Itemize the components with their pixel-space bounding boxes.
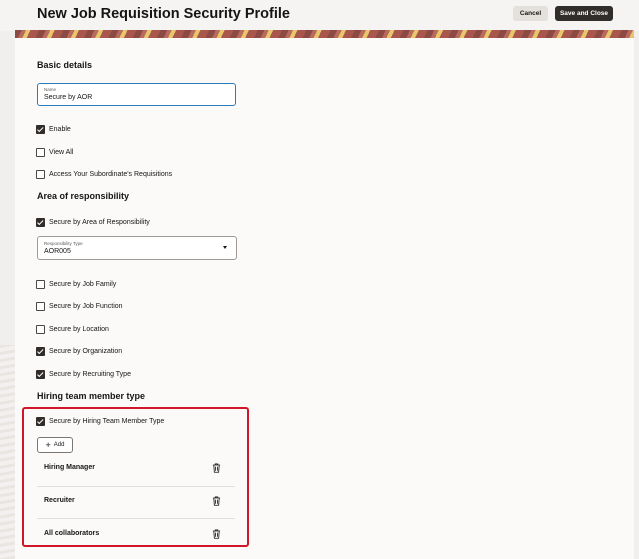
- save-and-close-button[interactable]: Save and Close: [555, 6, 613, 21]
- checkbox-label: Secure by Recruiting Type: [49, 370, 131, 378]
- checkbox-secure-by-aor[interactable]: Secure by Area of Responsibility: [36, 217, 150, 227]
- name-field-value[interactable]: Secure by AOR: [44, 94, 92, 101]
- checkbox-access-subordinates[interactable]: Access Your Subordinate's Requisitions: [36, 169, 172, 179]
- section-title-basic-details: Basic details: [37, 60, 93, 70]
- checkbox-label: Secure by Job Family: [49, 280, 117, 288]
- responsibility-type-select[interactable]: Responsibility Type AOR005: [37, 236, 237, 260]
- checkbox-label: View All: [49, 148, 74, 156]
- checkbox-icon[interactable]: [36, 301, 45, 311]
- checkbox-view-all[interactable]: View All: [36, 147, 73, 157]
- checkbox-label: Secure by Organization: [49, 347, 123, 355]
- cancel-button[interactable]: Cancel: [513, 6, 548, 21]
- checkbox-secure-by-job-family[interactable]: Secure by Job Family: [36, 279, 116, 289]
- name-field-label: Name: [44, 87, 57, 92]
- checkbox-icon[interactable]: [36, 147, 45, 157]
- checkbox-secure-by-job-function[interactable]: Secure by Job Function: [36, 301, 123, 311]
- checkbox-icon[interactable]: [36, 369, 45, 379]
- section-title-hiring-team: Hiring team member type: [37, 391, 146, 401]
- decorative-banner: [15, 30, 634, 38]
- checkbox-enable[interactable]: Enable: [36, 124, 71, 134]
- checkbox-label: Secure by Job Function: [49, 302, 123, 310]
- checkbox-label: Enable: [49, 125, 71, 133]
- chevron-down-icon[interactable]: [223, 246, 227, 249]
- checkbox-secure-by-location[interactable]: Secure by Location: [36, 324, 109, 334]
- section-title-area-of-responsibility: Area of responsibility: [37, 191, 130, 201]
- checkbox-icon[interactable]: [36, 124, 45, 134]
- checkbox-label: Access Your Subordinate's Requisitions: [49, 170, 173, 178]
- checkbox-label: Secure by Location: [49, 325, 109, 333]
- checkbox-icon[interactable]: [36, 346, 45, 356]
- checkbox-icon[interactable]: [36, 169, 45, 179]
- checkbox-label: Secure by Area of Responsibility: [49, 218, 150, 226]
- checkbox-icon[interactable]: [36, 324, 45, 334]
- page-header: New Job Requisition Security Profile Can…: [0, 0, 639, 31]
- checkbox-icon[interactable]: [36, 279, 45, 289]
- responsibility-type-value: AOR005: [44, 248, 71, 255]
- checkbox-secure-by-organization[interactable]: Secure by Organization: [36, 346, 122, 356]
- responsibility-type-label: Responsibility Type: [44, 241, 83, 246]
- name-field[interactable]: Name Secure by AOR: [37, 83, 236, 106]
- decorative-background: [0, 345, 15, 559]
- checkbox-secure-by-recruiting-type[interactable]: Secure by Recruiting Type: [36, 369, 131, 379]
- highlight-annotation: [22, 407, 249, 547]
- checkbox-icon[interactable]: [36, 217, 45, 227]
- page-title: New Job Requisition Security Profile: [37, 6, 290, 22]
